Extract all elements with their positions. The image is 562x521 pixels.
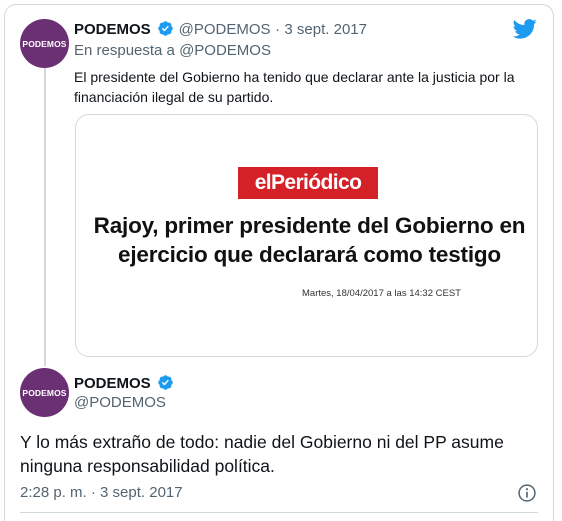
tweet-text: El presidente del Gobierno ha tenido que… [74, 69, 515, 105]
card-headline: Rajoy, primer presidente del Gobierno en… [93, 213, 526, 267]
author-handle[interactable]: @PODEMOS [179, 21, 271, 38]
periodico-logo: elPeriódico [238, 167, 378, 199]
divider [20, 512, 538, 513]
author-name[interactable]: PODEMOS [74, 375, 151, 392]
avatar-text: PODEMOS [22, 387, 67, 398]
twitter-bird-icon[interactable] [513, 19, 537, 39]
verified-badge-icon [158, 375, 173, 390]
reply-to-label[interactable]: En respuesta a @PODEMOS [74, 42, 271, 59]
author-name[interactable]: PODEMOS [74, 21, 151, 38]
avatar[interactable]: PODEMOS [20, 19, 69, 68]
tweet-header: PODEMOS [74, 374, 174, 393]
avatar[interactable]: PODEMOS [20, 368, 69, 417]
logo-text: elPeriódico [254, 171, 362, 194]
card-dateline: Martes, 18/04/2017 a las 14:32 CEST [302, 288, 461, 299]
avatar-text: PODEMOS [22, 38, 67, 49]
verified-badge-icon [158, 21, 173, 36]
tweet-text: Y lo más extraño de todo: nadie del Gobi… [20, 432, 504, 476]
separator-dot: · [274, 21, 280, 38]
thread-line [44, 68, 46, 366]
tweet-timestamp[interactable]: 2:28 p. m. · 3 sept. 2017 [20, 484, 183, 501]
tweet-header: PODEMOS @PODEMOS · 3 sept. 2017 [74, 20, 367, 39]
author-handle[interactable]: @PODEMOS [74, 394, 166, 411]
info-icon[interactable] [517, 483, 537, 503]
link-card[interactable]: elPeriódico Rajoy, primer presidente del… [75, 114, 538, 357]
tweet-date[interactable]: 3 sept. 2017 [284, 21, 367, 38]
